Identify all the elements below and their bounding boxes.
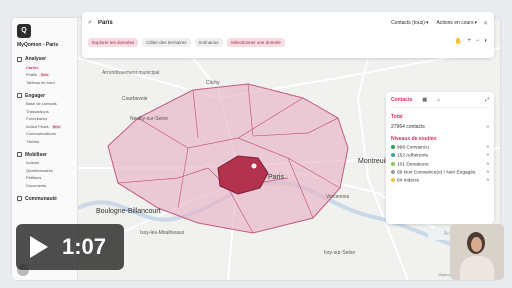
map-label: Clichy	[206, 80, 220, 86]
people-icon	[17, 93, 22, 98]
zoom-in-icon[interactable]: +	[467, 38, 471, 45]
level-row[interactable]: 152 Adhérents»	[391, 153, 489, 159]
chart-icon	[17, 56, 22, 62]
bank-icon[interactable]: ⌂	[437, 97, 440, 103]
sidebar-item-petitions[interactable]: Pétitions	[26, 175, 72, 180]
sidebar-item-action-flows[interactable]: Action Flows Beta	[26, 124, 72, 129]
chip-explorer[interactable]: Explorer les données	[88, 38, 139, 47]
level-row[interactable]: 101 Donateurs»	[391, 161, 489, 167]
level-dot	[391, 161, 395, 166]
sidebar-item-questionnaires[interactable]: Questionnaires	[26, 168, 72, 173]
beta-badge: Beta	[39, 73, 51, 77]
nav-section-engager[interactable]: Engager	[17, 93, 72, 99]
nav-section-mobiliser[interactable]: Mobiliser	[17, 152, 72, 158]
total-value: 27964 contacts	[391, 124, 425, 130]
chevron-down-icon: ▾	[474, 20, 477, 26]
sidebar-item-contacts-base[interactable]: Base de contacts	[26, 101, 72, 106]
nav-section-communaute[interactable]: Communauté	[17, 196, 72, 202]
location-pin-icon[interactable]	[250, 162, 258, 170]
compass-icon[interactable]: ◐	[484, 38, 488, 45]
video-duration: 1:07	[62, 234, 107, 259]
video-play-overlay[interactable]: 1:07	[16, 224, 124, 270]
level-dot	[391, 169, 395, 174]
actions-dropdown[interactable]: Actions en cours▾	[436, 20, 476, 26]
search-icon: ⌕	[88, 19, 92, 26]
chip-scenarios[interactable]: Scénarios	[194, 38, 223, 47]
sidebar-item-documents[interactable]: Documents	[26, 183, 72, 188]
levels-title: Niveaux de soutien	[391, 136, 437, 142]
total-row[interactable]: 27964 contacts »	[391, 124, 489, 130]
beta-badge: Beta	[50, 124, 62, 129]
sidebar-item-profils[interactable]: Profils Beta	[26, 72, 72, 77]
map-label: Boulogne-Billancourt	[96, 208, 161, 215]
map-label: Neuilly-sur-Seine	[130, 116, 169, 122]
level-dot	[391, 153, 395, 158]
level-dot	[391, 178, 395, 183]
map-toolbar: ⌕ Contacts (tous)▾ Actions en cours▾ ✕ E…	[82, 12, 494, 58]
stats-panel: Contacts ▦ ⌂ ⤢ Total 27964 contacts » Ni…	[386, 92, 494, 224]
chevron-right-icon: »	[486, 124, 489, 130]
nav-section-analyser[interactable]: Analyser	[17, 56, 72, 62]
sidebar-item-transactions[interactable]: Transactions	[26, 109, 72, 114]
sidebar-item-tasks[interactable]: Tâches	[26, 139, 72, 144]
map-label: Ivry-sur-Seine	[324, 250, 356, 256]
building-icon[interactable]: ▦	[422, 97, 427, 103]
sidebar-item-dashboard[interactable]: Tableau de bord	[26, 80, 72, 85]
map-label: Montreuil	[358, 158, 387, 165]
chevron-down-icon: ▾	[425, 20, 429, 26]
zoom-out-icon[interactable]: −	[476, 38, 480, 45]
app-logo: Q	[17, 24, 31, 38]
total-title: Total	[391, 114, 403, 120]
hand-icon[interactable]: ✋	[455, 38, 462, 45]
chip-select-data[interactable]: Sélectionner une donnée	[226, 38, 285, 47]
expand-icon[interactable]: ⤢	[485, 97, 489, 103]
tab-contacts[interactable]: Contacts	[391, 97, 412, 103]
search-input[interactable]	[98, 20, 384, 26]
level-row[interactable]: 64 Indécis»	[391, 178, 489, 183]
sidebar-item-actions[interactable]: Actions	[26, 160, 72, 165]
close-icon[interactable]: ✕	[483, 20, 488, 27]
map-label-paris: Paris	[268, 174, 284, 181]
sidebar-item-communications[interactable]: Communications	[26, 131, 72, 136]
map-label: Courbevoie	[122, 96, 148, 102]
level-dot	[391, 145, 395, 149]
sidebar-item-cartes[interactable]: Cartes	[26, 65, 72, 70]
level-row[interactable]: 998 Convaincu»	[391, 145, 489, 150]
map-label: Vincennes	[326, 194, 350, 200]
level-row[interactable]: 66 Non Convaincu(e) / Non Engagés»	[391, 169, 489, 175]
megaphone-icon	[17, 152, 22, 157]
webcam-thumbnail	[450, 224, 504, 280]
chip-cibler[interactable]: Cibler des territoires	[142, 38, 191, 47]
arrondissement-layer-label: Arrondissement municipal	[102, 70, 160, 76]
org-name[interactable]: MyQomon - Paris	[17, 42, 72, 48]
map-label: Issy-les-Moulineaux	[140, 230, 185, 236]
community-icon	[17, 196, 22, 201]
play-icon[interactable]	[30, 236, 48, 258]
sidebar-item-forms[interactable]: Formulaires	[26, 116, 72, 121]
contacts-dropdown[interactable]: Contacts (tous)▾	[391, 20, 428, 26]
